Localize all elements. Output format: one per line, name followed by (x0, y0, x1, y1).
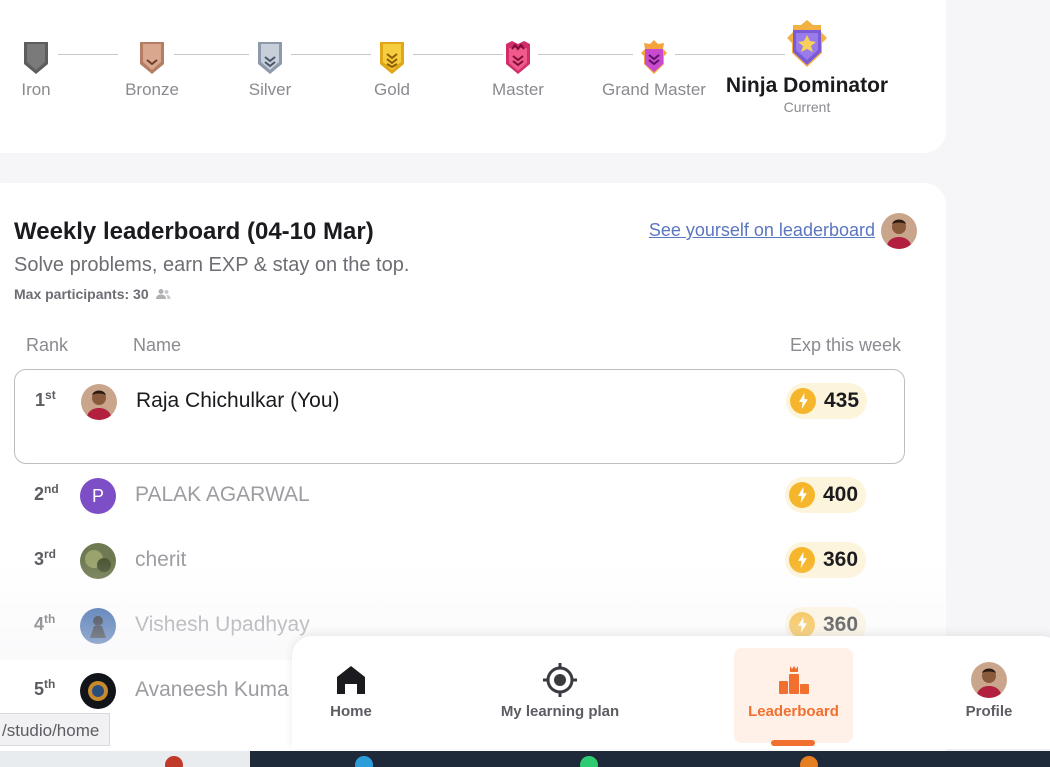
nav-leaderboard-label: Leaderboard (748, 703, 839, 720)
taskbar (0, 751, 1050, 767)
avatar (81, 384, 117, 420)
user-name: cherit (135, 548, 187, 571)
user-photo-icon (80, 608, 116, 644)
rank-gold: Gold (327, 40, 457, 100)
ninja-dominator-badge-icon (787, 20, 827, 67)
avatar-initial: P (91, 485, 104, 506)
leaderboard-row[interactable]: 2nd P PALAK AGARWAL 400 (14, 464, 905, 528)
app-icon[interactable] (800, 756, 818, 767)
lightning-icon (789, 482, 815, 508)
user-name: Raja Chichulkar (You) (136, 389, 340, 412)
app-icon[interactable] (580, 756, 598, 767)
bottom-navigation: Home My learning plan Leaderboard Profil… (292, 636, 1050, 749)
user-avatar[interactable] (881, 213, 917, 249)
master-badge-icon (506, 41, 530, 74)
rank-label: Grand Master (602, 80, 706, 99)
avatar: P (80, 478, 116, 514)
exp-value: 435 (824, 389, 860, 412)
rank-number: 1st (35, 388, 56, 410)
rank-grand-master: Grand Master (589, 40, 719, 100)
leaderboard-row[interactable]: 3rd cherit 360 (14, 529, 905, 593)
profile-avatar-icon (971, 662, 1007, 698)
nav-learning-plan-label: My learning plan (500, 703, 620, 720)
avatar (80, 673, 116, 709)
taskbar-left-area (0, 751, 250, 767)
rank-number: 2nd (34, 482, 59, 504)
user-photo-icon (81, 384, 117, 420)
podium-icon (778, 666, 809, 694)
column-rank: Rank (26, 335, 69, 355)
rank-label: Silver (248, 80, 292, 99)
exp-badge: 360 (785, 542, 867, 578)
max-participants-text: Max participants: 30 (14, 286, 149, 302)
exp-badge: 435 (786, 383, 868, 419)
iron-badge-icon (24, 42, 48, 74)
user-name: Avaneesh Kuma (135, 678, 289, 701)
rank-label: Master (492, 80, 544, 99)
nav-profile[interactable]: Profile (950, 636, 1028, 749)
people-icon (155, 289, 171, 299)
grand-master-badge-icon (641, 40, 667, 74)
app-icon[interactable] (165, 756, 183, 767)
rank-bronze: Bronze (87, 40, 217, 100)
status-bar-url: /studio/home (0, 713, 111, 746)
exp-value: 360 (823, 548, 859, 571)
silver-badge-icon (258, 42, 282, 74)
rank-label: Gold (374, 80, 410, 99)
exp-value: 360 (823, 613, 859, 636)
column-exp: Exp this week (790, 335, 902, 355)
lightning-icon (789, 547, 815, 573)
exp-value: 400 (823, 483, 859, 506)
user-name: PALAK AGARWAL (135, 483, 310, 506)
nav-profile-label: Profile (965, 703, 1013, 720)
gold-badge-icon (380, 42, 404, 74)
exp-badge: 400 (785, 477, 867, 513)
user-photo-icon (80, 673, 116, 709)
target-icon (543, 663, 577, 697)
rank-ninja-dominator: Ninja Dominator Current (707, 20, 907, 115)
rank-number: 5th (34, 677, 56, 699)
user-name: Vishesh Upadhyay (135, 613, 310, 636)
nav-home-label: Home (330, 703, 372, 720)
rank-master: Master (453, 40, 583, 100)
bronze-badge-icon (140, 42, 164, 74)
nav-learning-plan[interactable]: My learning plan (485, 636, 635, 749)
rank-iron: Iron (0, 40, 101, 100)
leaderboard-row-self[interactable]: 1st Raja Chichulkar (You) 435 (14, 369, 905, 464)
leaderboard-title: Weekly leaderboard (04-10 Mar) (14, 218, 374, 245)
nav-leaderboard[interactable]: Leaderboard (734, 648, 853, 746)
lightning-icon (790, 388, 816, 414)
current-rank-label: Ninja Dominator (725, 74, 889, 97)
see-yourself-link[interactable]: See yourself on leaderboard (649, 220, 875, 241)
app-icon[interactable] (355, 756, 373, 767)
max-participants: Max participants: 30 (14, 286, 171, 302)
lightning-icon (789, 612, 815, 638)
home-icon (337, 666, 365, 694)
rank-number: 4th (34, 612, 56, 634)
rank-label: Iron (21, 80, 51, 99)
rank-label: Bronze (125, 80, 179, 99)
nav-home[interactable]: Home (312, 636, 390, 749)
user-photo-icon (881, 213, 917, 249)
column-name: Name (133, 335, 182, 355)
avatar (80, 543, 116, 579)
user-photo-icon (80, 543, 116, 579)
leaderboard-subtitle: Solve problems, earn EXP & stay on the t… (14, 254, 410, 276)
avatar (80, 608, 116, 644)
rank-silver: Silver (205, 40, 335, 100)
current-rank-sub: Current (783, 99, 831, 115)
rank-number: 3rd (34, 547, 57, 569)
active-indicator (771, 740, 815, 746)
